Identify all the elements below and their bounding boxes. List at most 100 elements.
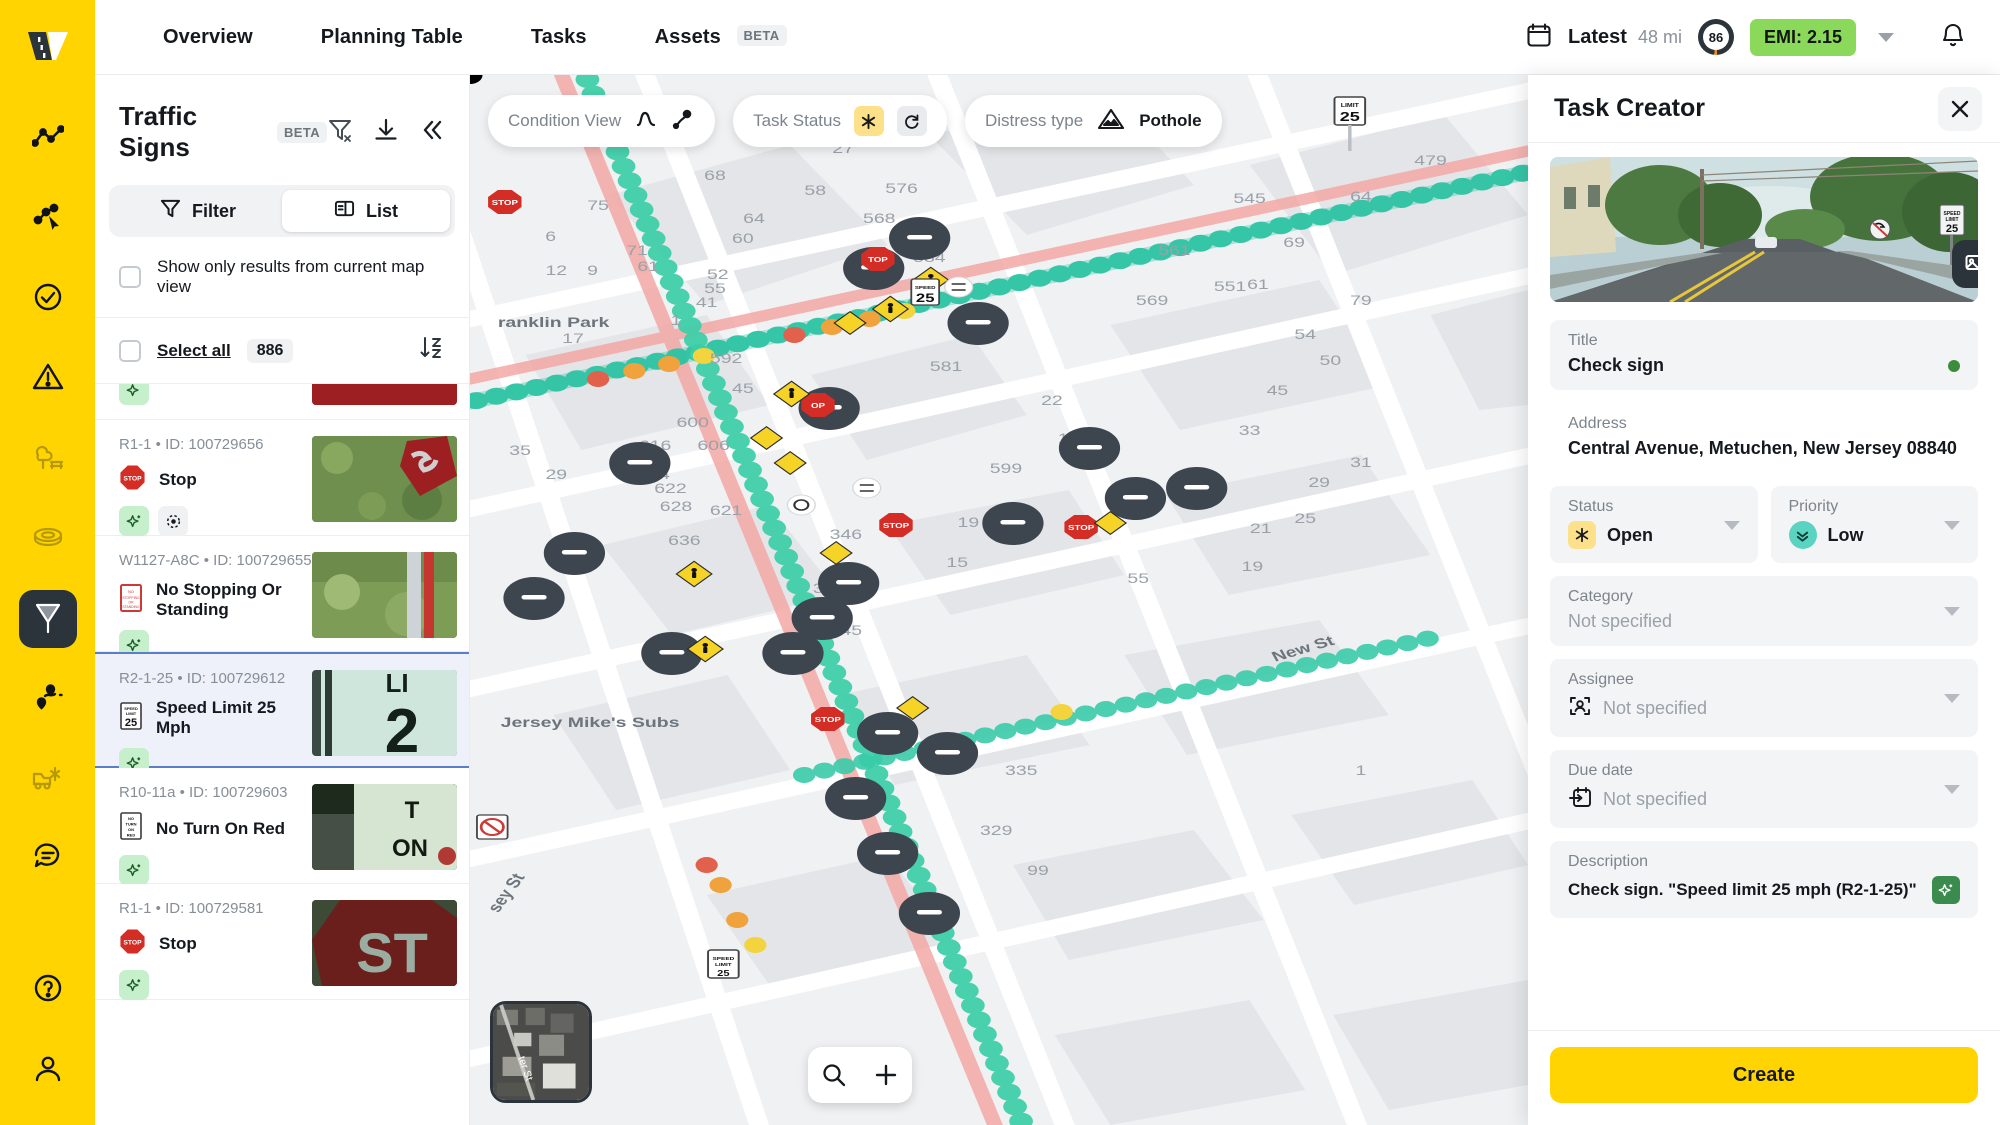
sign-thumbnail[interactable]: T ON: [312, 784, 457, 870]
date-range-selector[interactable]: Latest 48 mi: [1568, 26, 1682, 49]
vialytics-logo-icon[interactable]: [19, 18, 77, 76]
chevron-down-icon[interactable]: [1878, 32, 1894, 42]
sidebar-item-surface[interactable]: [19, 510, 77, 568]
tab-list[interactable]: List: [282, 190, 450, 232]
sign-thumbnail[interactable]: [312, 552, 457, 638]
satellite-minimap[interactable]: ter St: [490, 1001, 592, 1103]
chip-condition-view-label: Condition View: [508, 111, 622, 130]
nav-item-overview[interactable]: Overview: [129, 26, 287, 49]
sort-az-icon[interactable]: [419, 335, 445, 366]
download-icon[interactable]: [373, 117, 399, 148]
create-task-button[interactable]: Create: [1550, 1047, 1978, 1103]
sidebar-item-account[interactable]: [19, 1041, 77, 1099]
sidebar-item-checks[interactable]: [19, 270, 77, 328]
chip-distress-type[interactable]: Distress type Pothole: [964, 95, 1222, 147]
task-due-date-select[interactable]: Due date Not specified: [1550, 750, 1978, 828]
task-title-field[interactable]: Title Check sign: [1550, 320, 1978, 390]
sidebar-item-network[interactable]: [19, 190, 77, 248]
plus-icon[interactable]: [860, 1062, 912, 1088]
sign-info: R1-1 • ID: 100729581 STOP Stop: [119, 900, 264, 1000]
close-icon[interactable]: [1938, 86, 1982, 131]
nav-item-planning-table[interactable]: Planning Table: [287, 26, 497, 49]
nav-item-assets[interactable]: Assets BETA: [621, 25, 821, 49]
road-squiggle-icon[interactable]: [634, 107, 658, 136]
list-item[interactable]: R1-1 • ID: 100729656 STOP Stop: [95, 420, 469, 536]
emi-value: EMI: 2.15: [1763, 26, 1842, 47]
task-priority-value-row: Low: [1788, 521, 1961, 549]
warning-triangle-icon: [32, 362, 64, 396]
task-assignee-select[interactable]: Assignee Not specified: [1550, 659, 1978, 737]
network-score-ring[interactable]: 86: [1697, 19, 1734, 55]
assets-beta-badge: BETA: [736, 25, 787, 46]
chevron-down-icon[interactable]: [1723, 520, 1740, 530]
chevron-down-icon[interactable]: [1944, 694, 1960, 703]
list-item-selected[interactable]: R2-1-25 • ID: 100729612 SPEED LIMIT 25 S…: [95, 652, 469, 778]
svg-text:STANDING: STANDING: [122, 605, 140, 609]
tab-filter[interactable]: Filter: [114, 190, 282, 232]
list-item[interactable]: [95, 384, 469, 420]
sidebar-item-works[interactable]: [19, 750, 77, 808]
svg-text:STOP: STOP: [123, 475, 142, 482]
bell-icon[interactable]: [1940, 21, 1966, 53]
chevron-down-icon[interactable]: [1944, 520, 1960, 530]
task-creator-header: Task Creator: [1528, 75, 2000, 143]
collapse-panel-icon[interactable]: [419, 117, 445, 148]
sidebar-item-traffic-signs[interactable]: [18, 590, 77, 648]
network-score-value: 86: [1708, 29, 1724, 45]
ai-sparkle-icon[interactable]: [119, 970, 149, 1000]
sign-thumbnail[interactable]: ST: [312, 900, 457, 986]
ai-sparkle-icon[interactable]: [119, 855, 149, 885]
task-status-label: Status: [1568, 498, 1614, 515]
chevron-down-icon[interactable]: [1944, 785, 1960, 794]
asterisk-icon[interactable]: [853, 106, 884, 136]
dashed-circle-icon[interactable]: [158, 506, 188, 536]
clear-filter-icon[interactable]: [327, 117, 353, 148]
sign-thumbnail[interactable]: LI 2: [312, 670, 457, 756]
due-date-icon: [1568, 785, 1592, 814]
sidebar-item-routes[interactable]: [19, 670, 77, 728]
chip-distress-type-value: Pothole: [1139, 111, 1202, 130]
ai-sparkle-icon[interactable]: [119, 384, 149, 405]
list-item[interactable]: R10-11a • ID: 100729603 NO TURN ON RED N…: [95, 768, 469, 885]
task-priority-select[interactable]: Priority Low: [1770, 486, 1978, 563]
select-all-label[interactable]: Select all: [157, 341, 231, 361]
sidebar-item-alerts[interactable]: [19, 350, 77, 408]
add-image-icon[interactable]: [1952, 240, 1978, 288]
map-canvas[interactable]: 6827 6475 7161 5860 126 551 584568 57654…: [470, 75, 1528, 1125]
search-icon[interactable]: [808, 1062, 860, 1088]
list-item[interactable]: R1-1 • ID: 100729581 STOP Stop ST: [95, 884, 469, 1000]
ai-sparkle-icon[interactable]: [119, 506, 149, 536]
svg-text:OR: OR: [128, 600, 134, 604]
calendar-icon[interactable]: [1526, 22, 1552, 53]
no-stopping-sign-icon: NO STOPPING OR STANDING: [119, 583, 143, 617]
map-view-checkbox[interactable]: [119, 266, 141, 288]
sign-thumbnail[interactable]: [312, 436, 457, 522]
ai-sparkle-icon[interactable]: [1932, 876, 1960, 904]
sign-name-line: NO TURN ON RED No Turn On Red: [119, 812, 287, 845]
sidebar-item-messages[interactable]: [19, 830, 77, 888]
traffic-sign-list[interactable]: R1-1 • ID: 100729656 STOP Stop W1127-A8C…: [95, 384, 469, 1125]
emi-badge[interactable]: EMI: 2.15: [1749, 18, 1856, 56]
select-all-checkbox[interactable]: [119, 339, 141, 362]
list-item[interactable]: W1127-A8C • ID: 100729655 NO STOPPING OR…: [95, 536, 469, 660]
sidebar-item-analytics[interactable]: [19, 110, 77, 168]
sidebar-item-help[interactable]: [19, 961, 77, 1019]
user-icon: [33, 1053, 63, 1088]
task-status-select[interactable]: Status Open: [1550, 486, 1758, 563]
task-description-field[interactable]: Description Check sign. "Speed limit 25 …: [1550, 841, 1978, 918]
sign-thumbnail[interactable]: [312, 384, 457, 405]
nav-item-tasks[interactable]: Tasks: [497, 26, 621, 49]
sidebar-item-greenery[interactable]: [19, 430, 77, 488]
pin-line-icon[interactable]: [671, 107, 695, 136]
chip-task-status[interactable]: Task Status: [733, 95, 947, 147]
street-view-photo[interactable]: SPEED LIMIT 25: [1550, 157, 1978, 302]
chip-condition-view[interactable]: Condition View: [488, 95, 716, 147]
task-category-select[interactable]: Category Not specified: [1550, 576, 1978, 646]
refresh-icon[interactable]: [896, 106, 927, 136]
chevron-down-icon[interactable]: [1944, 607, 1960, 616]
map-markers[interactable]: STOP TOP OP STOP STOP STOP LIMIT 25 SPEE…: [470, 75, 1528, 1125]
map-view-filter-option[interactable]: Show only results from current map view: [95, 237, 469, 318]
traffic-signs-panel: Traffic Signs BETA Filter List Show only…: [95, 75, 470, 1125]
panel-header-actions: [327, 117, 445, 148]
sign-info: W1127-A8C • ID: 100729655 NO STOPPING OR…: [119, 552, 312, 660]
